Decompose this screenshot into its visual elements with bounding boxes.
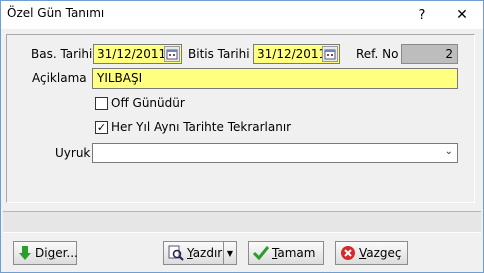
other-button[interactable]: Diger... xyxy=(13,241,78,265)
end-date-value: 31/12/2011 xyxy=(257,47,327,61)
ref-no-label: Ref. No xyxy=(356,47,399,61)
description-label: Açiklama xyxy=(32,71,87,85)
chevron-down-icon[interactable]: ⌄ xyxy=(445,146,453,157)
help-button[interactable]: ? xyxy=(410,3,434,27)
end-date-label: Bitis Tarihi xyxy=(188,47,250,61)
end-date-calendar-icon[interactable] xyxy=(322,46,338,62)
ref-no-field: 2 xyxy=(401,44,458,64)
close-button[interactable]: ✕ xyxy=(447,3,477,27)
cancel-button-label: Vazgeç xyxy=(359,246,402,260)
cancel-icon xyxy=(340,245,356,261)
window-title: Özel Gün Tanımı xyxy=(7,6,105,20)
start-date-calendar-icon[interactable] xyxy=(164,46,180,62)
ref-no-value: 2 xyxy=(445,47,453,61)
print-button[interactable]: Yazdır xyxy=(163,241,224,265)
description-field[interactable]: YILBAŞI xyxy=(92,68,458,89)
dialog-window: Özel Gün Tanımı ? ✕ Bas. Tarihi 31/12/20… xyxy=(0,0,484,273)
print-dropdown-button[interactable]: ▼ xyxy=(223,241,237,265)
cancel-button[interactable]: Vazgeç xyxy=(335,241,408,265)
title-bar: Özel Gün Tanımı ? ✕ xyxy=(1,1,483,29)
ok-button[interactable]: Tamam xyxy=(248,241,324,265)
status-strip xyxy=(3,211,481,233)
nationality-select[interactable]: ⌄ xyxy=(92,143,458,163)
start-date-label: Bas. Tarihi xyxy=(31,47,93,61)
repeat-yearly-checkbox[interactable]: ✓ xyxy=(95,121,108,134)
start-date-value: 31/12/2011 xyxy=(97,47,167,61)
print-button-label: Yazdır xyxy=(187,246,223,260)
arrow-down-icon xyxy=(18,245,32,261)
print-preview-icon xyxy=(168,245,184,261)
ok-button-label: Tamam xyxy=(272,246,316,260)
start-date-field[interactable]: 31/12/2011 xyxy=(93,44,182,64)
description-value: YILBAŞI xyxy=(97,71,143,85)
repeat-yearly-label[interactable]: Her Yıl Aynı Tarihte Tekrarlanır xyxy=(111,120,291,134)
off-day-label[interactable]: Off Günüdür xyxy=(111,96,185,110)
off-day-checkbox[interactable] xyxy=(95,97,108,110)
checkmark-icon xyxy=(253,245,269,261)
nationality-label: Uyruk xyxy=(55,146,91,160)
end-date-field[interactable]: 31/12/2011 xyxy=(253,44,340,64)
caret-down-icon: ▼ xyxy=(226,248,234,258)
other-button-label: Diger... xyxy=(35,246,78,260)
